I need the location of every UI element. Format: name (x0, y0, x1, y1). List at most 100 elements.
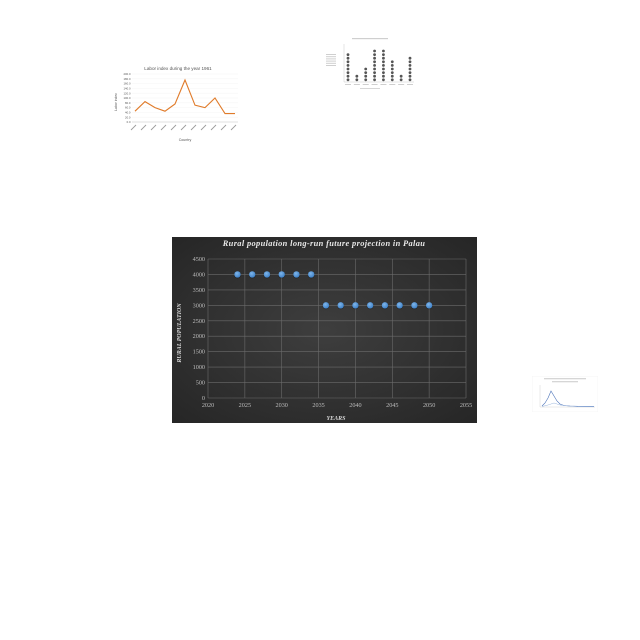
data-point (263, 271, 271, 278)
dot-mark (346, 53, 350, 56)
data-point (249, 271, 256, 278)
dot-x-category-mark (389, 84, 396, 85)
data-point (366, 302, 374, 309)
labor-index-thumbnail: Labor index during the year 1961 0.0 20.0… (112, 62, 244, 144)
labor-chart-title: Labor index during the year 1961 (144, 66, 212, 71)
rural-population-chart: Rural population long-run future project… (172, 237, 477, 423)
labor-y-tick-label: 40.0 (125, 111, 131, 115)
y-axis-title: RURAL POPULATION (177, 303, 183, 364)
labor-x-category-mark (230, 124, 237, 131)
y-tick-label: 500 (196, 380, 205, 387)
dot-x-category-mark (362, 84, 369, 85)
labor-y-tick-label: 160.0 (124, 82, 131, 86)
labor-x-category-mark (150, 124, 157, 131)
labor-x-category-mark (190, 124, 197, 131)
y-tick-label: 2500 (193, 318, 205, 325)
dot-mark (408, 67, 412, 71)
x-tick-label: 2035 (312, 402, 324, 409)
labor-x-category-mark (130, 124, 137, 131)
y-tick-label: 3500 (193, 287, 205, 294)
labor-y-tick-label: 80.0 (125, 101, 131, 105)
dot-x-category-mark (398, 84, 405, 85)
labor-y-tick-label: 20.0 (125, 115, 131, 119)
dot-mark (399, 74, 403, 78)
data-point (411, 302, 418, 309)
dot-chart-thumbnail (322, 36, 418, 94)
dot-mark (364, 78, 368, 82)
small-line-chart-svg (532, 376, 598, 412)
y-tick-label: 3000 (193, 302, 205, 309)
dot-mark (373, 49, 376, 53)
dot-mark (346, 74, 350, 78)
dot-mark (373, 71, 376, 74)
dot-mark (346, 78, 350, 82)
labor-y-axis-title: Labor index (114, 93, 118, 111)
chart-title: Rural population long-run future project… (222, 239, 426, 248)
small-line-chart-thumbnail (532, 376, 598, 412)
dot-mark (355, 78, 359, 82)
chart-background (172, 237, 477, 423)
dot-mark (382, 67, 385, 71)
dot-x-category-mark (407, 84, 413, 85)
dot-mark (346, 67, 350, 71)
y-tick-label: 4500 (193, 256, 205, 263)
x-tick-label: 2040 (349, 402, 361, 409)
dot-mark (364, 67, 368, 71)
dot-mark (355, 74, 359, 78)
dot-x-category-mark (380, 84, 387, 85)
y-tick-label: 2000 (193, 333, 205, 340)
data-point (278, 271, 285, 278)
dot-mark (408, 64, 412, 67)
dot-mark (346, 64, 350, 67)
dot-mark (382, 78, 385, 82)
dot-mark (408, 74, 412, 78)
data-point (293, 271, 300, 278)
x-axis-title: YEARS (326, 416, 346, 422)
dot-mark (399, 78, 403, 82)
x-tick-label: 2050 (423, 402, 435, 409)
dot-mark (373, 60, 376, 64)
labor-index-chart-svg: Labor index during the year 1961 0.020.0… (114, 66, 238, 142)
dot-mark (390, 71, 394, 74)
labor-y-tick-label: 0.0 (127, 120, 131, 124)
x-tick-label: 2030 (276, 402, 288, 409)
data-point (396, 302, 403, 309)
labor-y-tick-label: 140.0 (124, 87, 131, 91)
dot-mark (408, 71, 412, 74)
dot-mark (382, 71, 385, 74)
labor-x-category-mark (170, 124, 177, 131)
dot-mark (373, 78, 376, 82)
labor-x-category-mark (160, 124, 167, 131)
dot-mark (346, 71, 350, 74)
dot-mark (373, 53, 376, 56)
labor-series-line (134, 78, 235, 115)
labor-y-tick-label: 60.0 (125, 106, 131, 110)
labor-x-axis-title: Country (179, 138, 192, 142)
data-point (381, 302, 389, 309)
dot-mark (408, 60, 412, 64)
labor-y-tick-label: 200.0 (124, 72, 131, 76)
y-tick-label: 4000 (193, 271, 205, 278)
y-tick-label: 1500 (193, 349, 205, 356)
dot-mark (346, 56, 350, 60)
dot-chart-svg (326, 38, 414, 89)
dot-mark (408, 56, 412, 60)
dot-mark (382, 64, 385, 67)
dot-mark (408, 78, 412, 82)
rural-population-chart-svg: Rural population long-run future project… (172, 237, 477, 423)
labor-x-category-mark (210, 124, 217, 131)
x-tick-label: 2025 (239, 402, 251, 409)
labor-y-tick-label: 100.0 (124, 96, 131, 100)
dot-mark (390, 78, 394, 82)
dot-mark (390, 74, 394, 78)
dot-mark (382, 53, 385, 56)
y-tick-label: 0 (202, 395, 205, 402)
data-point (425, 302, 433, 309)
dot-x-category-mark (353, 84, 360, 85)
dot-mark (390, 64, 394, 67)
data-point (352, 302, 359, 309)
labor-x-category-mark (200, 124, 207, 131)
dot-mark (373, 67, 376, 71)
dot-mark (382, 56, 385, 60)
x-tick-label: 2020 (202, 402, 214, 409)
